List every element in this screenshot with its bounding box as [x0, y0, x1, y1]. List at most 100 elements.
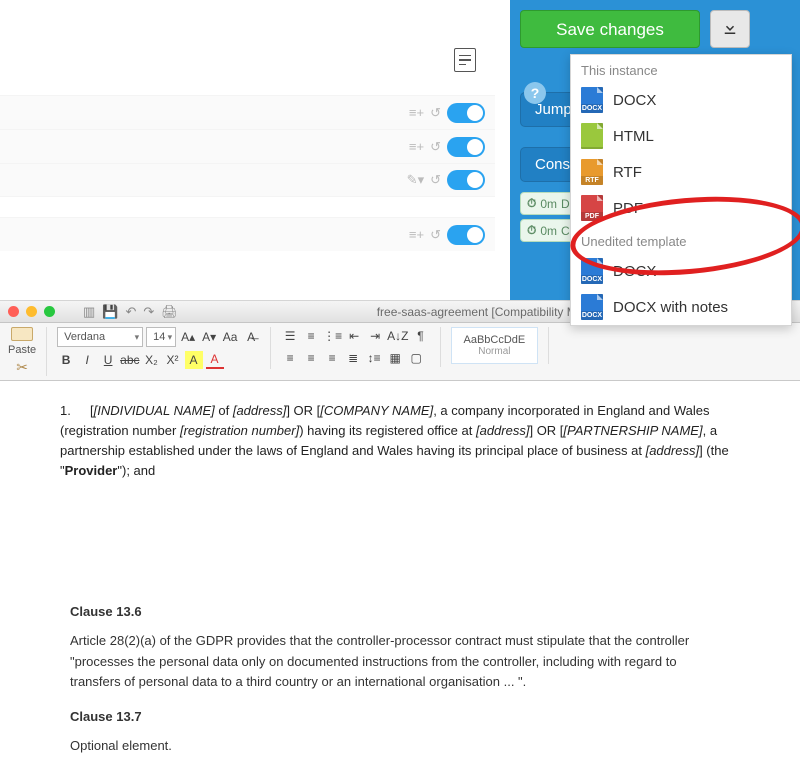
pill-time: 0m — [540, 224, 557, 238]
dropdown-item-html[interactable]: HTML — [571, 118, 791, 154]
font-size-select[interactable]: 14 — [146, 327, 176, 347]
print-icon[interactable]: 🖨 — [161, 304, 178, 320]
styles-group: AaBbCcDdE Normal — [451, 327, 550, 364]
list-add-icon[interactable]: ≡+ — [409, 227, 424, 242]
dropdown-item-pdf[interactable]: PDF PDF — [571, 190, 791, 226]
highlight-button[interactable]: A — [185, 351, 203, 369]
font-name-select[interactable]: Verdana — [57, 327, 143, 347]
strike-button[interactable]: abc — [120, 351, 139, 369]
edit-icon[interactable]: ✎▾ — [407, 172, 424, 188]
format-painter-icon[interactable]: ✂ — [16, 359, 28, 376]
align-left-icon[interactable]: ≡ — [281, 349, 299, 367]
multilevel-icon[interactable]: ⋮≡ — [323, 327, 342, 345]
close-icon[interactable] — [8, 306, 19, 317]
dropdown-item-docx with notes[interactable]: DOCXDOCX with notes — [571, 289, 791, 325]
show-marks-icon[interactable]: ¶ — [412, 327, 430, 345]
dropdown-item-label: HTML — [613, 128, 654, 145]
dropdown-item-docx[interactable]: DOCX DOCX — [571, 82, 791, 118]
revert-icon[interactable]: ↺ — [430, 172, 441, 188]
clear-format-icon[interactable]: A̶ — [242, 328, 260, 346]
toggle-switch[interactable] — [447, 225, 485, 245]
html-file-icon — [581, 123, 603, 149]
revert-icon[interactable]: ↺ — [430, 139, 441, 155]
subscript-button[interactable]: X₂ — [143, 351, 161, 369]
clipboard-group: Paste ✂ — [8, 327, 47, 376]
dropdown-section-header: Unedited template — [571, 226, 791, 253]
clause-heading: Clause 13.7 — [70, 707, 730, 728]
numbering-icon[interactable]: ≡ — [302, 327, 320, 345]
outdent-icon[interactable]: ⇤ — [345, 327, 363, 345]
save-button[interactable]: Save changes — [520, 10, 700, 48]
minimize-icon[interactable] — [26, 306, 37, 317]
bold-button[interactable]: B — [57, 351, 75, 369]
toggle-switch[interactable] — [447, 103, 485, 123]
clause-row: ≡+ ↺ — [0, 95, 495, 129]
clause-text: Optional element. — [70, 736, 730, 757]
download-dropdown: This instance DOCX DOCX HTML RTF RTF PDF PDF U… — [570, 54, 792, 326]
download-icon — [721, 19, 739, 37]
line-spacing-icon[interactable]: ↕≡ — [365, 349, 383, 367]
pill-time: 0m — [540, 197, 557, 211]
paragraph-number: 1. — [60, 401, 90, 421]
docx-file-icon: DOCX — [581, 87, 603, 113]
clause-heading: Clause 13.6 — [70, 602, 730, 623]
zoom-icon[interactable] — [44, 306, 55, 317]
clause-row: ✎▾ ↺ — [0, 163, 495, 197]
dropdown-item-label: RTF — [613, 164, 642, 181]
dropdown-item-label: DOCX — [613, 92, 656, 109]
paste-label: Paste — [8, 344, 36, 356]
superscript-button[interactable]: X² — [164, 351, 182, 369]
pdf-file-icon: PDF — [581, 195, 603, 221]
template-editor: ≡+ ↺ ≡+ ↺ ✎▾ ↺ ≡+ ↺ Save changes ? Jump … — [0, 0, 800, 300]
revert-icon[interactable]: ↺ — [430, 227, 441, 243]
grow-font-icon[interactable]: A▴ — [179, 328, 197, 346]
ribbon-toolbar: Paste ✂ Verdana 14 A▴ A▾ Aa A̶ B I U abc… — [0, 323, 800, 381]
dropdown-item-label: DOCX — [613, 263, 656, 280]
style-name: Normal — [464, 346, 526, 357]
borders-icon[interactable]: ▢ — [407, 349, 425, 367]
undo-icon[interactable]: ↶ — [125, 304, 136, 320]
dropdown-section-header: This instance — [571, 55, 791, 82]
clause-rows: ≡+ ↺ ≡+ ↺ ✎▾ ↺ ≡+ ↺ — [0, 95, 495, 251]
docx-file-icon: DOCX — [581, 258, 603, 284]
style-normal[interactable]: AaBbCcDdE Normal — [451, 327, 539, 364]
paste-icon[interactable] — [11, 327, 33, 341]
justify-icon[interactable]: ≣ — [344, 349, 362, 367]
shrink-font-icon[interactable]: A▾ — [200, 328, 218, 346]
indent-icon[interactable]: ⇥ — [366, 327, 384, 345]
clause-row: ≡+ ↺ — [0, 129, 495, 163]
toggle-switch[interactable] — [447, 137, 485, 157]
dropdown-item-label: PDF — [613, 200, 643, 217]
dropdown-item-rtf[interactable]: RTF RTF — [571, 154, 791, 190]
save-icon[interactable]: 💾 — [102, 304, 118, 320]
list-add-icon[interactable]: ≡+ — [409, 139, 424, 154]
layout-icon[interactable]: ▥ — [83, 304, 95, 320]
toggle-switch[interactable] — [447, 170, 485, 190]
clause-text: Article 28(2)(a) of the GDPR provides th… — [70, 631, 730, 693]
download-button[interactable] — [710, 10, 750, 48]
document-body[interactable]: 1.[[INDIVIDUAL NAME] of [address]] OR [[… — [0, 381, 800, 502]
list-add-icon[interactable]: ≡+ — [409, 105, 424, 120]
clause-row: ≡+ ↺ — [0, 217, 495, 251]
notes-body: Clause 13.6 Article 28(2)(a) of the GDPR… — [0, 570, 800, 767]
rtf-file-icon: RTF — [581, 159, 603, 185]
paragraph-group: ☰ ≡ ⋮≡ ⇤ ⇥ A↓Z ¶ ≡ ≡ ≡ ≣ ↕≡ ▦ ▢ — [281, 327, 440, 367]
word-processor: ▥ 💾 ↶ ↷ 🖨 free-saas-agreement [Compatibi… — [0, 300, 800, 570]
shading-icon[interactable]: ▦ — [386, 349, 404, 367]
bullets-icon[interactable]: ☰ — [281, 327, 299, 345]
dropdown-item-docx[interactable]: DOCX DOCX — [571, 253, 791, 289]
font-color-button[interactable]: A — [206, 351, 224, 369]
help-icon[interactable]: ? — [524, 82, 546, 104]
sort-icon[interactable]: A↓Z — [387, 327, 408, 345]
docx-file-icon: DOCX — [581, 294, 603, 320]
redo-icon[interactable]: ↷ — [143, 304, 154, 320]
italic-button[interactable]: I — [78, 351, 96, 369]
change-case-icon[interactable]: Aa — [221, 328, 239, 346]
align-center-icon[interactable]: ≡ — [302, 349, 320, 367]
notes-icon[interactable] — [454, 48, 476, 72]
underline-button[interactable]: U — [99, 351, 117, 369]
revert-icon[interactable]: ↺ — [430, 105, 441, 121]
font-group: Verdana 14 A▴ A▾ Aa A̶ B I U abc X₂ X² A… — [57, 327, 271, 369]
paragraph-text: [[INDIVIDUAL NAME] of [address]] OR [[CO… — [60, 403, 729, 478]
align-right-icon[interactable]: ≡ — [323, 349, 341, 367]
